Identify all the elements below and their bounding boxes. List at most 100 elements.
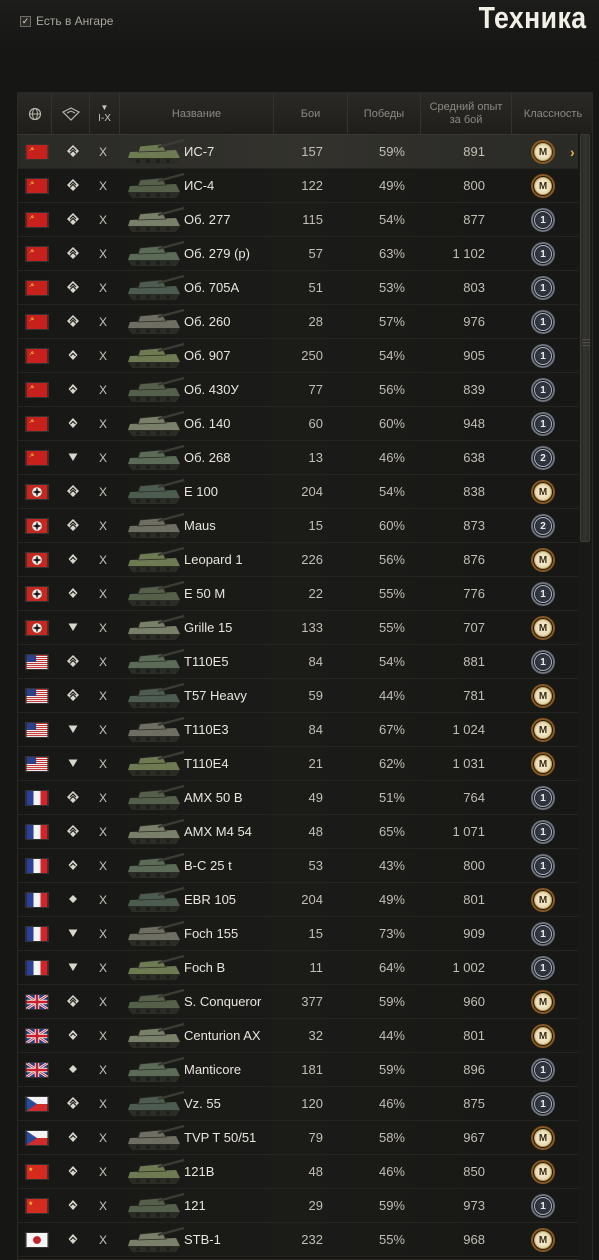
table-row[interactable]: ☭ X Об. 260 28 57% 976 1 bbox=[18, 305, 578, 339]
table-row[interactable]: X TVP T 50/51 79 58% 967 M bbox=[18, 1121, 578, 1155]
tank-name: Leopard 1 bbox=[184, 552, 243, 567]
mastery-badge-icon: 1 bbox=[531, 310, 555, 334]
heavy-tank-icon bbox=[66, 179, 80, 193]
table-row[interactable]: ☭ X Об. 907 250 54% 905 1 bbox=[18, 339, 578, 373]
checkbox-box[interactable]: ✓ bbox=[20, 15, 31, 27]
svg-text:☭: ☭ bbox=[29, 147, 34, 153]
usa-flag-icon bbox=[25, 722, 49, 738]
wins-value: 57% bbox=[378, 314, 405, 329]
battles-value: 84 bbox=[308, 722, 323, 737]
table-row[interactable]: X Foch B 11 64% 1 002 1 bbox=[18, 951, 578, 985]
czech-flag-icon bbox=[25, 1130, 49, 1146]
in-hangar-checkbox[interactable]: ✓ Есть в Ангаре bbox=[20, 14, 113, 28]
table-row[interactable]: X E 50 M 22 55% 776 1 bbox=[18, 577, 578, 611]
table-row[interactable]: X Leopard 1 226 56% 876 M bbox=[18, 543, 578, 577]
mastery-badge-label: 1 bbox=[534, 585, 552, 603]
table-row[interactable]: ☭ X Об. 705А 51 53% 803 1 bbox=[18, 271, 578, 305]
table-row[interactable]: X AMX M4 54 48 65% 1 071 1 bbox=[18, 815, 578, 849]
wins-value: 60% bbox=[378, 416, 405, 431]
mastery-badge-label: 1 bbox=[534, 1061, 552, 1079]
table-row[interactable]: X T110E4 21 62% 1 031 M bbox=[18, 747, 578, 781]
battles-value: 13 bbox=[308, 450, 323, 465]
chevron-right-icon[interactable]: › bbox=[570, 144, 575, 160]
battles-value: 28 bbox=[308, 314, 323, 329]
table-row[interactable]: ☭ X Об. 279 (р) 57 63% 1 102 1 bbox=[18, 237, 578, 271]
sort-nation-header[interactable] bbox=[18, 93, 52, 135]
table-row[interactable]: X E 100 204 54% 838 M bbox=[18, 475, 578, 509]
table-row[interactable]: ☭ X Об. 268 13 46% 638 2 bbox=[18, 441, 578, 475]
tier-value: X bbox=[98, 655, 107, 669]
ussr-flag-icon: ☭ bbox=[25, 212, 49, 228]
sort-mastery-header[interactable]: Классность bbox=[512, 93, 592, 135]
battles-value: 48 bbox=[308, 1164, 323, 1179]
ussr-flag-icon: ☭ bbox=[25, 178, 49, 194]
tank-image bbox=[122, 850, 186, 882]
table-row[interactable]: X AMX 50 B 49 51% 764 1 bbox=[18, 781, 578, 815]
battles-value: 232 bbox=[301, 1232, 323, 1247]
mastery-badge-icon: 1 bbox=[531, 650, 555, 674]
tier-value: X bbox=[98, 1165, 107, 1179]
tank-image bbox=[122, 374, 186, 406]
mastery-badge-icon: 1 bbox=[531, 922, 555, 946]
wins-value: 65% bbox=[378, 824, 405, 839]
tier-value: X bbox=[98, 553, 107, 567]
table-row[interactable]: X S. Conqueror 377 59% 960 M bbox=[18, 985, 578, 1019]
table-row[interactable]: ☭ X Об. 430У 77 56% 839 1 bbox=[18, 373, 578, 407]
sort-avg-xp-header[interactable]: Средний опыт за бой bbox=[421, 93, 512, 135]
table-row[interactable]: X T110E3 84 67% 1 024 M bbox=[18, 713, 578, 747]
table-row[interactable]: X Manticore 181 59% 896 1 bbox=[18, 1053, 578, 1087]
table-row[interactable]: X T110E5 84 54% 881 1 bbox=[18, 645, 578, 679]
table-row[interactable]: ★ X 121B 48 46% 850 M bbox=[18, 1155, 578, 1189]
tank-image bbox=[122, 476, 186, 508]
table-row[interactable]: ☭ X ИС-4 122 49% 800 M bbox=[18, 169, 578, 203]
battles-value: 84 bbox=[308, 654, 323, 669]
wins-value: 73% bbox=[378, 926, 405, 941]
sort-name-header[interactable]: Название bbox=[120, 93, 274, 135]
table-row[interactable]: ★ X 121 29 59% 973 1 bbox=[18, 1189, 578, 1223]
tank-image bbox=[122, 578, 186, 610]
avg-xp-value: 875 bbox=[463, 1096, 485, 1111]
scrollbar[interactable]: — — — bbox=[578, 134, 592, 1260]
tank-name: 121 bbox=[184, 1198, 206, 1213]
tank-name: B-C 25 t bbox=[184, 858, 232, 873]
wins-value: 44% bbox=[378, 688, 405, 703]
sort-tier-header[interactable]: ▼ I-X bbox=[90, 93, 120, 135]
tier-value: X bbox=[98, 825, 107, 839]
table-row[interactable]: X B-C 25 t 53 43% 800 1 bbox=[18, 849, 578, 883]
scrollbar-thumb[interactable]: — — — bbox=[580, 134, 590, 542]
sort-battles-header[interactable]: Бои bbox=[274, 93, 348, 135]
vehicle-type-icon bbox=[61, 107, 80, 121]
tank-image bbox=[122, 782, 186, 814]
table-row[interactable]: X Vz. 55 120 46% 875 1 bbox=[18, 1087, 578, 1121]
table-row[interactable]: ☭ X Об. 140 60 60% 948 1 bbox=[18, 407, 578, 441]
svg-text:☭: ☭ bbox=[29, 317, 34, 323]
battles-value: 204 bbox=[301, 892, 323, 907]
wins-value: 58% bbox=[378, 1130, 405, 1145]
sort-type-header[interactable] bbox=[52, 93, 90, 135]
mastery-badge-icon: 1 bbox=[531, 208, 555, 232]
battles-value: 53 bbox=[308, 858, 323, 873]
table-row[interactable]: X Centurion AX 32 44% 801 M bbox=[18, 1019, 578, 1053]
battles-value: 29 bbox=[308, 1198, 323, 1213]
table-row[interactable]: X Maus 15 60% 873 2 bbox=[18, 509, 578, 543]
avg-xp-value: 877 bbox=[463, 212, 485, 227]
td-tank-icon bbox=[66, 451, 80, 465]
tier-value: X bbox=[98, 587, 107, 601]
table-row[interactable]: X Grille 15 133 55% 707 M bbox=[18, 611, 578, 645]
table-row[interactable]: X EBR 105 204 49% 801 M bbox=[18, 883, 578, 917]
tank-name: Foch 155 bbox=[184, 926, 239, 941]
ussr-flag-icon: ☭ bbox=[25, 314, 49, 330]
table-header: ▼ I-X Название Бои Победы Средний опыт з… bbox=[18, 93, 592, 135]
battles-value: 60 bbox=[308, 416, 323, 431]
table-row[interactable]: X STB-1 232 55% 968 M bbox=[18, 1223, 578, 1257]
table-row[interactable]: X T57 Heavy 59 44% 781 M bbox=[18, 679, 578, 713]
table-row[interactable]: X Foch 155 15 73% 909 1 bbox=[18, 917, 578, 951]
sort-wins-header[interactable]: Победы bbox=[348, 93, 421, 135]
table-row[interactable]: ☭ X Об. 277 115 54% 877 1 bbox=[18, 203, 578, 237]
tank-image bbox=[122, 204, 186, 236]
mastery-badge-icon: M bbox=[531, 990, 555, 1014]
tier-value: X bbox=[98, 1063, 107, 1077]
tank-name: Centurion AX bbox=[184, 1028, 261, 1043]
table-row[interactable]: ☭ X ИС-7 157 59% 891 M › bbox=[18, 135, 578, 169]
avg-xp-value: 1 071 bbox=[452, 824, 485, 839]
